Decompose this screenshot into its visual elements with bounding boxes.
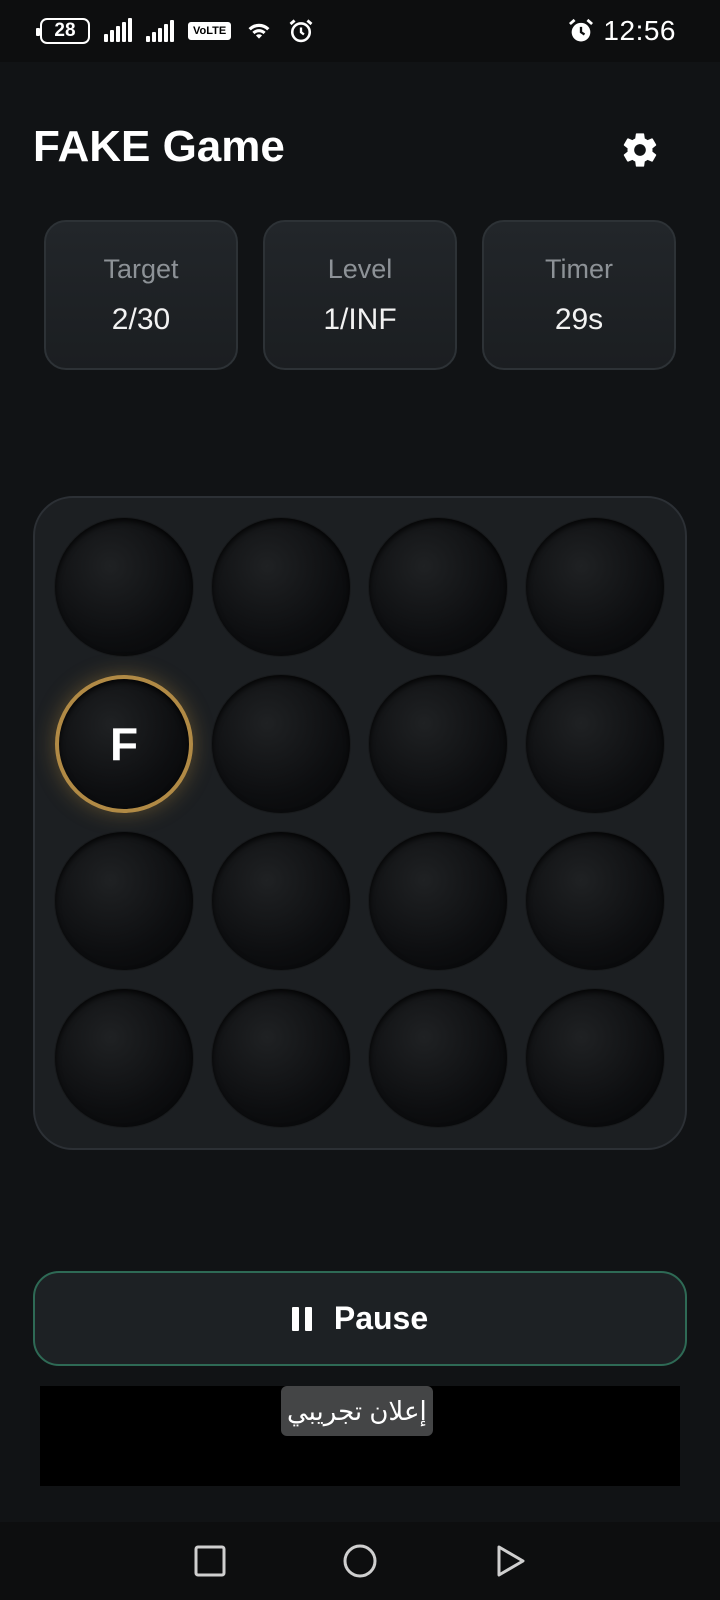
stat-card-level: Level 1/INF [263,220,457,370]
circle-icon [343,1544,377,1578]
stat-label: Level [327,253,393,284]
board-hole[interactable] [369,675,507,813]
stat-label: Target [103,253,179,284]
ad-banner[interactable]: إعلان تجريبي [40,1386,680,1486]
volte-icon: VoLTE [188,22,232,40]
navigation-bar [0,1522,720,1600]
status-bar: 28 VoLTE 12:56 [0,0,720,62]
stat-label: Timer [545,253,613,284]
pause-icon [291,1306,312,1331]
game-board: F [33,496,687,1150]
board-hole[interactable] [55,989,193,1127]
stats-row: Target 2/30 Level 1/INF Timer 29s [44,220,676,370]
board-hole[interactable] [526,989,664,1127]
board-hole[interactable] [369,518,507,656]
square-icon [194,1545,226,1577]
status-time: 12:56 [603,15,676,46]
pause-button[interactable]: Pause [33,1271,687,1366]
board-hole[interactable] [369,832,507,970]
status-left: 28 VoLTE [36,0,315,62]
settings-button[interactable] [612,122,668,178]
ad-label: إعلان تجريبي [281,1386,433,1436]
stat-value: 29s [554,302,604,336]
wifi-icon [248,23,270,39]
board-hole[interactable] [212,675,350,813]
stat-value: 1/INF [323,302,397,336]
alarm-icon [289,19,313,43]
board-hole[interactable] [369,989,507,1127]
recents-button[interactable] [187,1538,233,1584]
board-hole[interactable] [55,518,193,656]
board-hole[interactable] [55,832,193,970]
signal-strength-2-icon [146,20,174,42]
stat-card-timer: Timer 29s [482,220,676,370]
alarm-icon [569,18,594,42]
back-button[interactable] [487,1538,533,1584]
board-hole[interactable] [212,518,350,656]
app-header: FAKE Game [0,62,720,212]
stat-value: 2/30 [111,302,171,336]
board-hole[interactable] [526,832,664,970]
triangle-icon [497,1545,525,1577]
battery-icon: 28 [36,18,90,44]
battery-level: 28 [54,20,76,41]
signal-strength-icon [104,18,132,42]
stat-card-target: Target 2/30 [44,220,238,370]
home-button[interactable] [337,1538,383,1584]
board-hole[interactable] [526,518,664,656]
status-right: 12:56 [567,15,676,47]
board-hole[interactable] [212,832,350,970]
board-hole[interactable] [526,675,664,813]
app-title: FAKE Game [33,122,285,171]
board-hole[interactable] [212,989,350,1127]
board-hole[interactable]: F [55,675,193,813]
hole-letter: F [109,718,139,770]
gear-icon [623,133,657,167]
pause-label: Pause [333,1300,429,1336]
